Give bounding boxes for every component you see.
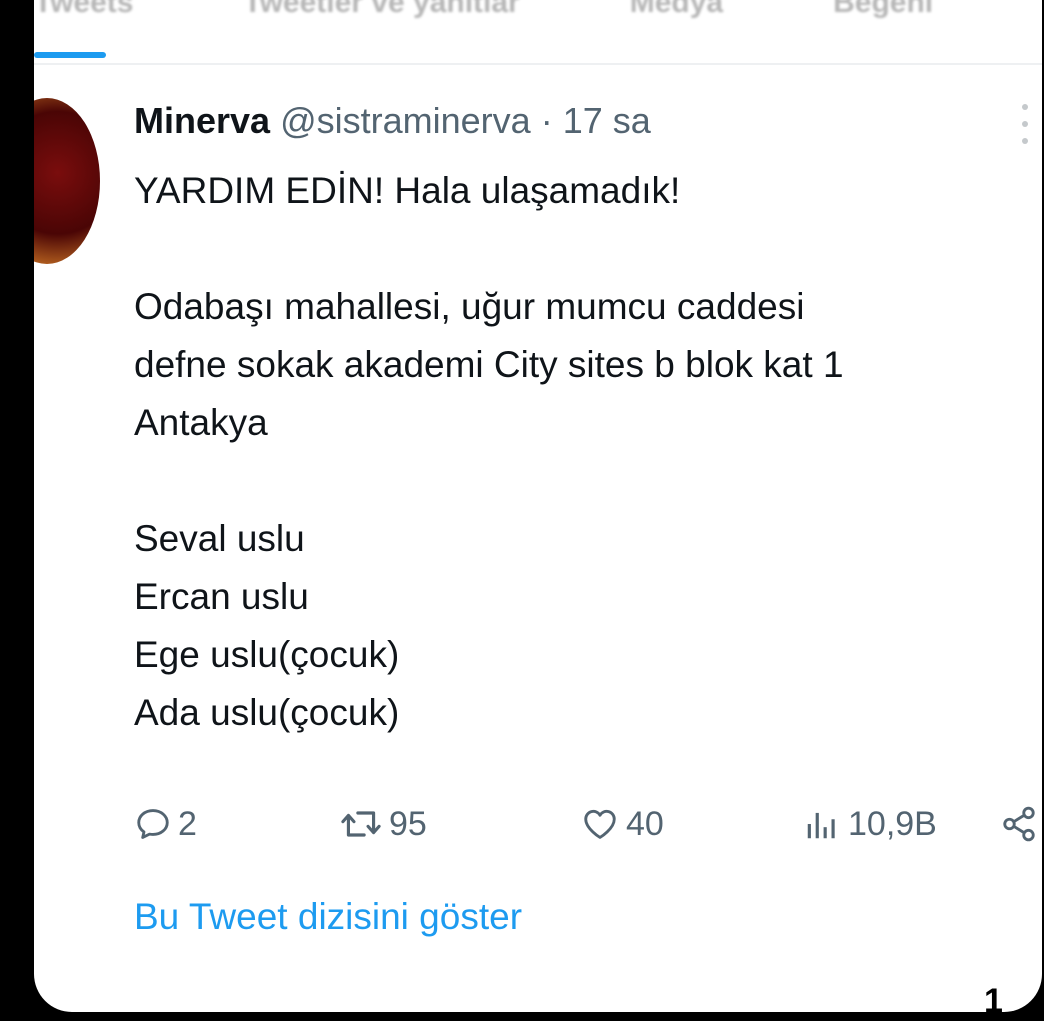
show-thread-link[interactable]: Bu Tweet dizisini göster — [134, 896, 522, 938]
tweet-line: Odabaşı mahallesi, uğur mumcu caddesi — [134, 286, 805, 327]
tweet-header: Minerva @sistraminerva · 17 sa — [134, 100, 651, 142]
active-tab-indicator — [34, 52, 106, 58]
user-handle[interactable]: @sistraminerva — [280, 100, 531, 141]
more-options-icon[interactable] — [1020, 104, 1030, 144]
views-count: 10,9B — [848, 804, 937, 843]
share-icon — [1003, 806, 1035, 842]
avatar[interactable] — [34, 98, 100, 264]
share-button[interactable] — [1000, 796, 1038, 852]
corner-mark: 1 — [984, 982, 1003, 1020]
like-count: 40 — [626, 804, 664, 843]
tweet-line: Seval uslu — [134, 518, 305, 559]
tweet-line: Ege uslu(çocuk) — [134, 634, 400, 675]
tweet-time[interactable]: 17 sa — [563, 100, 651, 141]
retweet-icon — [341, 811, 381, 837]
reply-count: 2 — [178, 804, 197, 843]
views-icon — [807, 812, 835, 839]
tweet-line: Ada uslu(çocuk) — [134, 692, 400, 733]
tab-media[interactable]: Medya — [630, 0, 723, 19]
views-button[interactable]: 10,9B — [802, 796, 937, 852]
profile-tabs: Tweets Tweetler ve yanıtlar Medya Beğeni — [34, 0, 1042, 19]
retweet-button[interactable]: 95 — [339, 796, 427, 852]
tweet-card: Tweets Tweetler ve yanıtlar Medya Beğeni… — [34, 0, 1042, 1012]
tweet-text: YARDIM EDİN! Hala ulaşamadık! Odabaşı ma… — [134, 162, 1014, 742]
tab-replies[interactable]: Tweetler ve yanıtlar — [243, 0, 519, 19]
tab-tweets[interactable]: Tweets — [34, 0, 133, 19]
tweet-line: Ercan uslu — [134, 576, 309, 617]
tab-likes[interactable]: Beğeni — [833, 0, 933, 19]
heart-icon — [584, 809, 616, 839]
tweet-actions: 2 95 40 10,9B — [134, 796, 1035, 852]
like-button[interactable]: 40 — [580, 796, 664, 852]
header-separator: · — [540, 100, 553, 141]
reply-icon — [137, 809, 169, 839]
reply-button[interactable]: 2 — [134, 796, 197, 852]
tweet-line: defne sokak akademi City sites b blok ka… — [134, 344, 844, 385]
tweet-line: Antakya — [134, 402, 268, 443]
display-name[interactable]: Minerva — [134, 100, 270, 141]
divider — [34, 63, 1042, 65]
retweet-count: 95 — [389, 804, 427, 843]
tweet-line: YARDIM EDİN! Hala ulaşamadık! — [134, 170, 681, 211]
